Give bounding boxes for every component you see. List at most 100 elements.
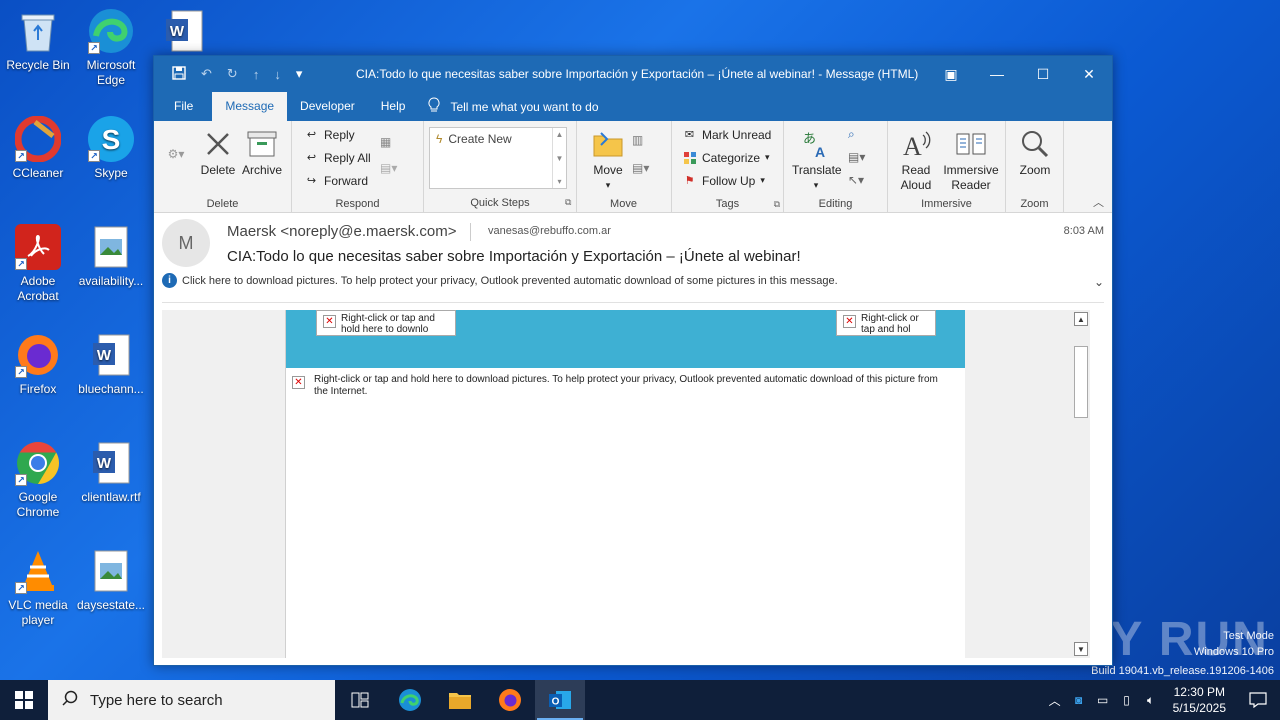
chevron-down-icon[interactable]: ⌄ [1094,275,1104,289]
clock-time: 12:30 PM [1173,685,1225,699]
network-icon[interactable]: ▭ [1091,693,1115,707]
notification-icon[interactable] [1236,680,1280,720]
taskbar-clock[interactable]: 12:30 PM 5/15/2025 [1173,684,1226,716]
undo-icon[interactable]: ↶ [201,66,212,82]
blocked-image-placeholder[interactable]: ✕ Right-click or tap and hol [836,310,936,336]
taskbar-search-box[interactable]: Type here to search [48,680,335,720]
scroll-down-icon[interactable]: ▼ [1074,642,1088,656]
delete-button[interactable]: Delete [200,127,236,178]
ignore-icon[interactable]: ⚙▾ [162,147,190,162]
forward-button[interactable]: ↪ Forward [304,173,368,188]
quick-step-create-new[interactable]: ϟ Create New [430,128,566,150]
tab-developer[interactable]: Developer [287,92,368,121]
outlook-message-window: ↶ ↻ ↑ ↓ ▾ CIA:Todo lo que necesitas sabe… [153,55,1113,666]
mark-unread-button[interactable]: ✉ Mark Unread [682,127,771,142]
desktop-icon-edge[interactable]: ↗ Microsoft Edge [73,8,149,88]
delete-label: Delete [200,163,236,177]
reply-button[interactable]: ↩ Reply [304,127,355,142]
desktop-icon-daysestate[interactable]: daysestate... [73,548,149,613]
avatar[interactable]: M [162,219,210,267]
received-time: 8:03 AM [1063,225,1104,237]
group-label-respond: Respond [335,198,380,210]
more-respond-icon[interactable]: ▤▾ [380,161,397,175]
translate-button[interactable]: あA Translate ▾ [792,127,842,193]
sender[interactable]: Maersk <noreply@e.maersk.com> [227,223,456,240]
desktop-icon-availability[interactable]: availability... [73,224,149,289]
vertical-scrollbar[interactable]: ▲ ▼ [1072,310,1090,658]
archive-button[interactable]: Archive [240,127,284,178]
group-label-move: Move [610,198,637,210]
tab-file[interactable]: File [154,92,206,121]
follow-up-button[interactable]: ⚑ Follow Up ▾ [682,173,765,188]
desktop-icon-recycle-bin[interactable]: Recycle Bin [0,8,76,73]
adobe-acrobat-icon: ↗ [15,224,61,270]
recipient[interactable]: vanesas@rebuffo.com.ar [488,225,611,237]
find-icon[interactable]: ⌕ [848,127,855,142]
tab-message[interactable]: Message [212,92,288,121]
desktop-icon-vlc[interactable]: ↗ VLC media player [0,548,76,628]
tab-help[interactable]: Help [368,92,419,121]
start-button[interactable] [0,680,48,720]
select-icon[interactable]: ↖▾ [848,173,864,187]
zoom-button[interactable]: Zoom [1012,127,1058,178]
desktop-icon-chrome[interactable]: ↗ Google Chrome [0,440,76,520]
desktop-icon-word-doc[interactable]: W [146,8,222,58]
scrollbar-thumb[interactable] [1074,346,1088,418]
desktop-icon-bluechann[interactable]: W bluechann... [73,332,149,397]
blocked-image-placeholder[interactable]: ✕ Right-click or tap and hold here to do… [316,310,456,336]
outlook-tray-icon[interactable]: ◙ [1067,693,1091,707]
categorize-button[interactable]: Categorize ▾ [682,150,770,165]
save-icon[interactable] [172,65,186,83]
dialog-launcher-icon[interactable]: ⧉ [565,197,571,208]
quick-steps-scroll[interactable]: ▲ ▼ ▾ [552,128,566,188]
tags-dialog-launcher-icon[interactable]: ⧉ [774,199,780,210]
scroll-up-icon[interactable]: ▲ [1074,312,1088,326]
meeting-reply-icon[interactable]: ▦ [380,135,391,149]
quick-steps-gallery[interactable]: ϟ Create New ▲ ▼ ▾ [429,127,567,189]
edge-taskbar-icon[interactable] [385,680,435,720]
reply-all-button[interactable]: ↩ Reply All [304,150,371,165]
move-button[interactable]: Move ▾ [588,127,628,193]
forward-icon: ↪ [306,175,317,187]
recycle-bin-icon [15,8,61,54]
desktop-icon-label: Firefox [19,382,57,396]
firefox-taskbar-icon[interactable] [485,680,535,720]
outlook-taskbar-icon[interactable]: O [535,680,585,720]
lightbulb-icon [428,97,440,116]
search-placeholder: Type here to search [90,691,223,709]
redo-icon[interactable]: ↻ [227,66,238,82]
onenote-icon[interactable]: ▥ [632,133,643,147]
ribbon-display-options-icon[interactable]: ▣ [928,56,974,92]
task-view-icon[interactable] [335,680,385,720]
down-arrow-icon[interactable]: ↓ [274,67,281,82]
related-icon[interactable]: ▤▾ [848,150,865,164]
tell-me-box[interactable]: Tell me what you want to do [428,92,599,121]
group-immersive: A Read Aloud Immersive Reader Immersive [888,121,1006,213]
blocked-image-placeholder[interactable]: ✕ Right-click or tap and hold here to do… [292,374,945,398]
file-explorer-icon[interactable] [435,680,485,720]
up-arrow-icon[interactable]: ↑ [253,67,260,82]
actions-icon[interactable]: ▤▾ [632,161,649,175]
desktop-icon-firefox[interactable]: ↗ Firefox [0,332,76,397]
desktop-icon-ccleaner[interactable]: ↗ CCleaner [0,116,76,181]
chevron-up-icon[interactable]: ︿ [1043,692,1067,709]
message-body: ✕ Right-click or tap and hold here to do… [162,310,1090,658]
close-button[interactable]: ✕ [1066,56,1112,92]
archive-icon [245,127,279,161]
desktop-icon-clientlaw[interactable]: W clientlaw.rtf [73,440,149,505]
immersive-reader-button[interactable]: Immersive Reader [942,127,1000,193]
desktop-icon-adobe-acrobat[interactable]: ↗ Adobe Acrobat [0,224,76,304]
svg-text:W: W [170,23,185,40]
maximize-button[interactable]: ☐ [1020,56,1066,92]
email-content: ✕ Right-click or tap and hold here to do… [285,310,965,658]
immersive-reader-icon [954,127,988,161]
battery-icon[interactable]: ▯ [1115,693,1139,707]
customize-toolbar-icon[interactable]: ▾ [296,66,303,82]
read-aloud-button[interactable]: A Read Aloud [896,127,936,193]
volume-icon[interactable]: 🔈︎ [1139,693,1163,708]
group-zoom: Zoom Zoom [1006,121,1064,213]
download-pictures-infobar[interactable]: i Click here to download pictures. To he… [162,273,838,288]
minimize-button[interactable]: — [974,56,1020,92]
desktop-icon-skype[interactable]: S ↗ Skype [73,116,149,181]
collapse-ribbon-icon[interactable]: ︿ [1093,194,1104,210]
